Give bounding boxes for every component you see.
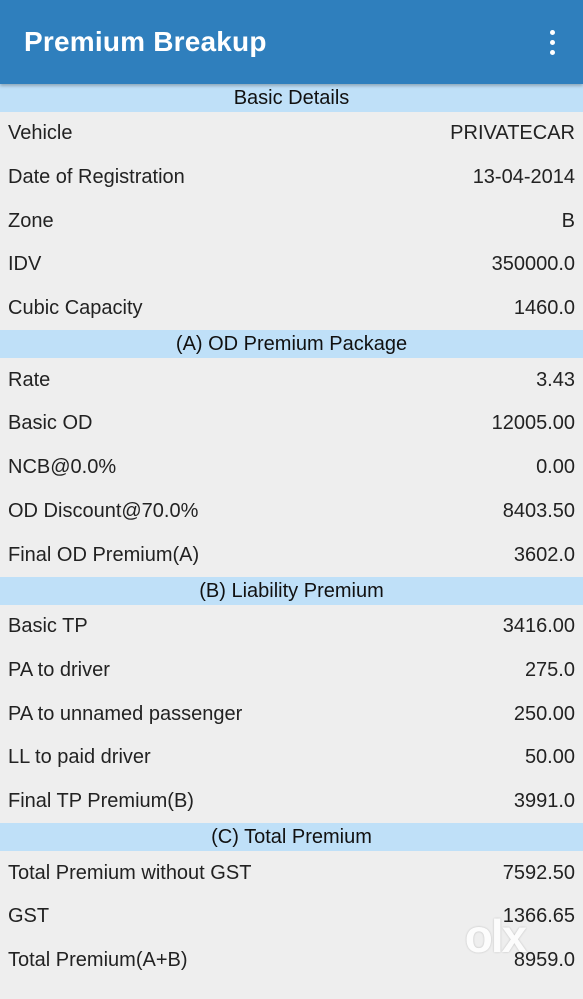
row-label: IDV — [8, 253, 42, 276]
row-label: Final TP Premium(B) — [8, 789, 194, 812]
detail-row-pa-driver: PA to driver 275.0 — [0, 649, 583, 693]
detail-row-final-od-premium: Final OD Premium(A) 3602.0 — [0, 533, 583, 577]
row-value: B — [561, 209, 575, 232]
row-label: LL to paid driver — [8, 746, 151, 769]
section-total-premium: (C) Total Premium Total Premium without … — [0, 823, 583, 982]
section-header: (C) Total Premium — [0, 823, 583, 852]
section-header: (B) Liability Premium — [0, 576, 583, 605]
detail-row-ncb: NCB@0.0% 0.00 — [0, 446, 583, 490]
section-liability-premium: (B) Liability Premium Basic TP 3416.00 PA… — [0, 576, 583, 824]
detail-row-basic-tp: Basic TP 3416.00 — [0, 605, 583, 649]
row-label: PA to unnamed passenger — [8, 702, 243, 725]
detail-row-basic-od: Basic OD 12005.00 — [0, 402, 583, 446]
section-header: Basic Details — [0, 84, 583, 112]
row-label: GST — [8, 905, 50, 928]
row-value: 50.00 — [524, 746, 575, 769]
detail-row-final-tp-premium: Final TP Premium(B) 3991.0 — [0, 780, 583, 824]
row-label: Basic TP — [8, 615, 88, 638]
detail-row-registration-date: Date of Registration 13-04-2014 — [0, 156, 583, 200]
row-label: Total Premium(A+B) — [8, 949, 188, 972]
detail-row-vehicle: Vehicle PRIVATECAR — [0, 112, 583, 156]
row-label: PA to driver — [8, 658, 110, 681]
row-label: Cubic Capacity — [8, 297, 143, 320]
row-value: 250.00 — [513, 702, 575, 725]
more-vert-icon[interactable] — [537, 22, 567, 62]
row-label: OD Discount@70.0% — [8, 499, 199, 522]
row-label: Date of Registration — [8, 166, 185, 189]
row-label: Final OD Premium(A) — [8, 543, 200, 566]
page-title: Premium Breakup — [24, 26, 267, 57]
row-value: 3.43 — [536, 368, 575, 391]
row-value: 3602.0 — [513, 543, 575, 566]
row-value: 13-04-2014 — [472, 166, 575, 189]
row-label: Total Premium without GST — [8, 861, 252, 884]
row-value: 275.0 — [524, 658, 575, 681]
section-header: (A) OD Premium Package — [0, 330, 583, 359]
row-value: 8403.50 — [502, 499, 575, 522]
row-value: 7592.50 — [502, 861, 575, 884]
detail-row-idv: IDV 350000.0 — [0, 243, 583, 287]
row-label: Basic OD — [8, 412, 93, 435]
row-value: 3416.00 — [502, 615, 575, 638]
row-value: 1366.65 — [502, 905, 575, 928]
detail-row-od-discount: OD Discount@70.0% 8403.50 — [0, 490, 583, 534]
section-basic-details: Basic Details Vehicle PRIVATECAR Date of … — [0, 84, 583, 330]
row-value: 0.00 — [536, 456, 575, 479]
row-value: PRIVATECAR — [450, 122, 575, 145]
detail-row-pa-unnamed-passenger: PA to unnamed passenger 250.00 — [0, 692, 583, 736]
row-label: Vehicle — [8, 122, 73, 145]
row-value: 12005.00 — [491, 412, 575, 435]
detail-row-cubic-capacity: Cubic Capacity 1460.0 — [0, 287, 583, 331]
row-value: 1460.0 — [513, 297, 575, 320]
row-value: 350000.0 — [491, 253, 575, 276]
detail-row-ll-paid-driver: LL to paid driver 50.00 — [0, 736, 583, 780]
detail-row-total-premium: Total Premium(A+B) 8959.0 — [0, 939, 583, 983]
detail-row-gst: GST 1366.65 — [0, 895, 583, 939]
detail-row-rate: Rate 3.43 — [0, 358, 583, 402]
app-bar: Premium Breakup — [0, 0, 583, 84]
section-od-premium: (A) OD Premium Package Rate 3.43 Basic OD… — [0, 330, 583, 576]
row-label: Rate — [8, 368, 51, 391]
row-value: 8959.0 — [513, 949, 575, 972]
row-value: 3991.0 — [513, 789, 575, 812]
row-label: Zone — [8, 209, 54, 232]
detail-row-zone: Zone B — [0, 199, 583, 243]
detail-row-total-without-gst: Total Premium without GST 7592.50 — [0, 851, 583, 895]
row-label: NCB@0.0% — [8, 456, 117, 479]
